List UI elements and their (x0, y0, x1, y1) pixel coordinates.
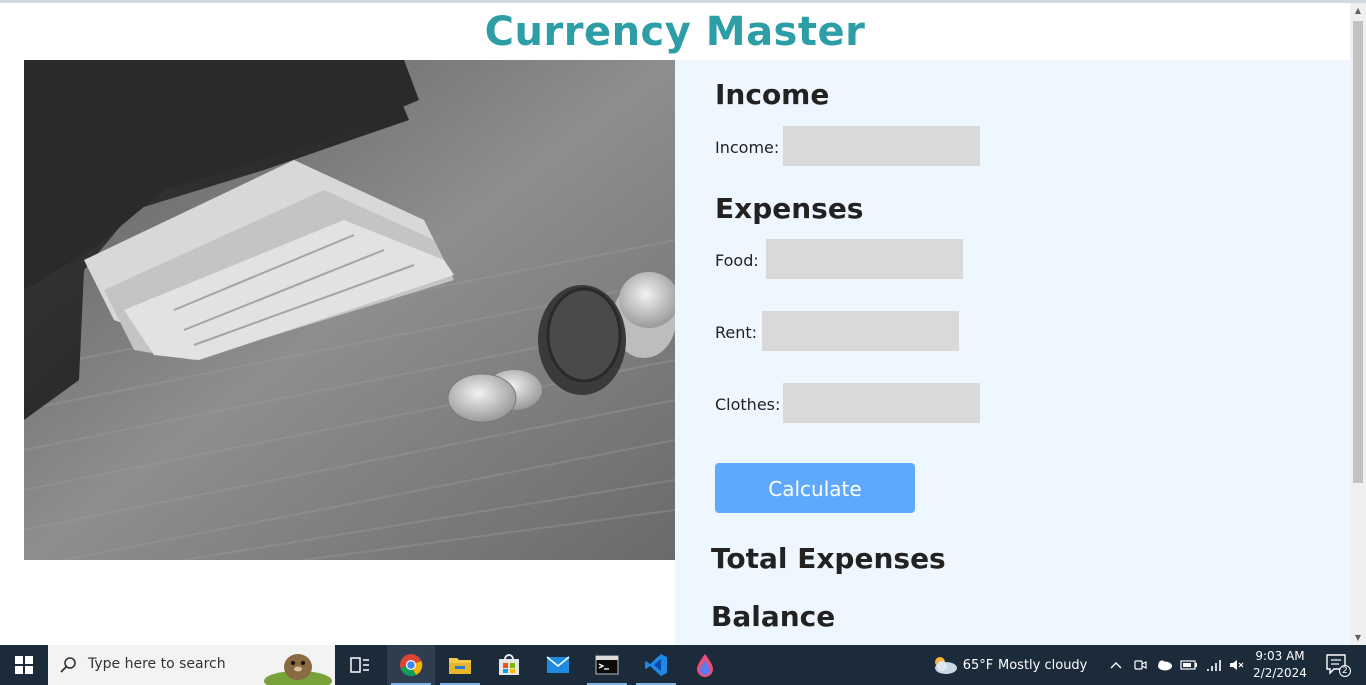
rent-label: Rent: (715, 323, 758, 342)
clock-time: 9:03 AM (1255, 649, 1305, 663)
income-heading: Income (715, 78, 830, 111)
food-input[interactable] (766, 239, 963, 279)
balance-heading: Balance (711, 600, 836, 633)
rent-input[interactable] (762, 311, 959, 351)
scroll-up-arrow-icon[interactable]: ▲ (1354, 7, 1362, 15)
wallet-photo (24, 60, 675, 560)
taskbar-search[interactable]: Type here to search (48, 645, 335, 685)
mail-icon[interactable] (534, 645, 582, 685)
vscode-icon[interactable] (632, 645, 680, 685)
income-label: Income: (715, 138, 780, 157)
vertical-scrollbar[interactable]: ▲ ▼ (1350, 3, 1366, 645)
store-icon[interactable] (485, 645, 533, 685)
taskbar: Type here to search 65°F Mostly cloudy 9… (0, 645, 1366, 685)
clothes-label: Clothes: (715, 395, 781, 414)
search-icon (60, 657, 76, 673)
total-expenses-heading: Total Expenses (711, 542, 946, 575)
weather-cloud-icon[interactable] (928, 645, 960, 685)
groundhog-icon (264, 654, 332, 685)
search-placeholder: Type here to search (88, 656, 226, 672)
notification-count: 2 (1342, 666, 1348, 676)
chevron-up-icon[interactable] (1106, 645, 1126, 685)
taskbar-clock[interactable]: 9:03 AM 2/2/2024 (1250, 648, 1310, 682)
income-input[interactable] (783, 126, 980, 166)
clock-date: 2/2/2024 (1253, 666, 1307, 680)
expenses-heading: Expenses (715, 192, 864, 225)
task-view-icon[interactable] (340, 645, 380, 685)
volume-muted-icon[interactable] (1226, 645, 1248, 685)
weather-text[interactable]: Mostly cloudy (998, 645, 1090, 685)
notifications-icon[interactable]: 2 (1318, 645, 1358, 685)
clothes-input[interactable] (783, 383, 980, 423)
terminal-icon[interactable] (583, 645, 631, 685)
onedrive-cloud-icon[interactable] (1153, 645, 1175, 685)
scroll-thumb[interactable] (1353, 21, 1363, 483)
page-title: Currency Master (484, 9, 866, 55)
calculate-button[interactable]: Calculate (715, 463, 915, 513)
windows-start-icon[interactable] (0, 645, 48, 685)
scroll-down-arrow-icon[interactable]: ▼ (1354, 634, 1362, 642)
battery-icon[interactable] (1178, 645, 1200, 685)
meet-now-icon[interactable] (1130, 645, 1150, 685)
wifi-icon[interactable] (1203, 645, 1225, 685)
chrome-icon[interactable] (387, 645, 435, 685)
calculator-panel: Income Income: Expenses Food: Rent: Clot… (675, 60, 1350, 645)
page: Currency Master Income Income: Expenses … (0, 3, 1350, 645)
weather-temp[interactable]: 65°F (962, 645, 994, 685)
file-explorer-icon[interactable] (436, 645, 484, 685)
paint-drop-icon[interactable] (681, 645, 729, 685)
food-label: Food: (715, 251, 759, 270)
